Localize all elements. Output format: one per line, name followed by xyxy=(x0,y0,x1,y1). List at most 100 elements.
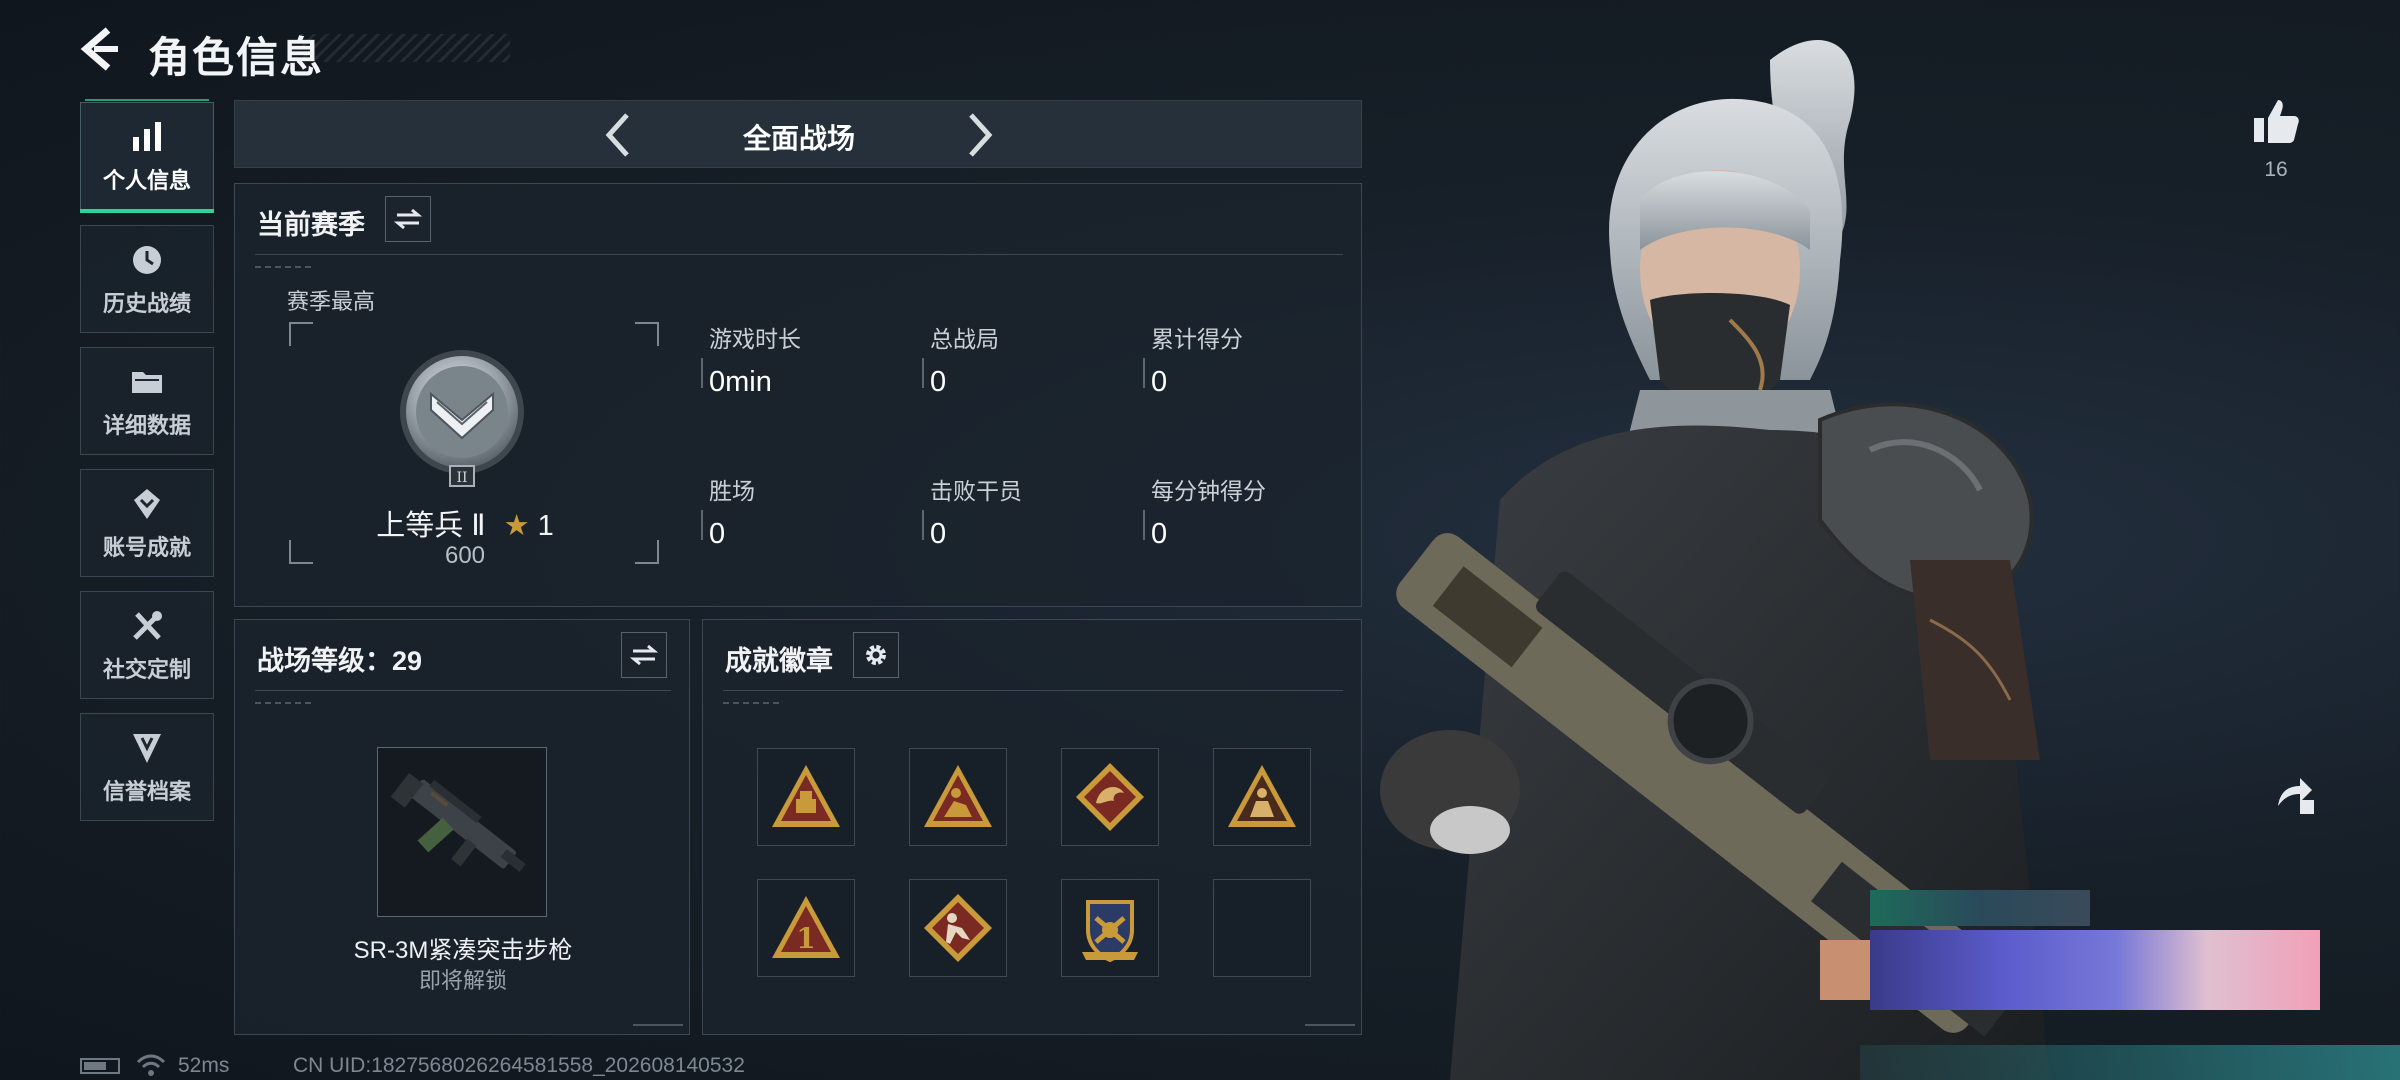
platform-glow xyxy=(1860,1045,2400,1080)
level-switch-button[interactable] xyxy=(621,632,667,678)
badge-slot-4[interactable] xyxy=(1213,748,1311,846)
stat-value: 0min xyxy=(709,366,772,398)
sidebar-item-personal-info[interactable]: 个人信息 xyxy=(80,99,214,213)
back-button[interactable] xyxy=(78,26,124,72)
stat-value: 0 xyxy=(930,366,947,398)
stat-label: 每分钟得分 xyxy=(1151,478,1266,504)
title-decoration xyxy=(300,34,510,62)
thumbs-up-icon xyxy=(2254,100,2299,143)
stat-marker xyxy=(922,510,924,540)
gear-icon xyxy=(866,645,886,665)
diamond-runner-badge-icon xyxy=(924,894,992,962)
season-panel: 当前赛季 赛季最高 II 上等兵 Ⅱ ★ 1 600 游戏时长 0min 总战局… xyxy=(234,183,1362,607)
weapon-thumbnail[interactable] xyxy=(377,747,547,917)
triangle-figure-badge-icon xyxy=(924,765,992,827)
sidebar-item-label: 个人信息 xyxy=(102,168,191,193)
rank-emblem-icon: II xyxy=(397,348,527,488)
triangle-badge-icon xyxy=(772,765,840,827)
pixelated-nameplate xyxy=(1870,930,2320,1010)
like-button[interactable] xyxy=(2250,96,2302,148)
sidebar-item-history[interactable]: 历史战绩 xyxy=(80,225,214,333)
history-icon xyxy=(127,240,167,280)
sidebar-item-label: 历史战绩 xyxy=(102,291,191,316)
stat-marker xyxy=(922,358,924,388)
stat-value: 0 xyxy=(1151,518,1168,550)
like-count: 16 xyxy=(2264,158,2288,181)
sidebar-item-detailed-data[interactable]: 详细数据 xyxy=(80,347,214,455)
badge-slot-7[interactable] xyxy=(1061,879,1159,977)
triangle-soldier-badge-icon xyxy=(1228,765,1296,827)
bar-chart-icon xyxy=(127,117,167,157)
divider xyxy=(255,690,671,691)
sidebar-item-achievements[interactable]: 账号成就 xyxy=(80,469,214,577)
star-icon: ★ xyxy=(503,510,530,542)
ping-text: 52ms xyxy=(178,1054,230,1077)
rank-line: 上等兵 Ⅱ ★ 1 xyxy=(375,502,555,544)
svg-text:1: 1 xyxy=(796,922,815,955)
stat-value: 0 xyxy=(930,518,947,550)
stat-label: 累计得分 xyxy=(1151,326,1243,352)
rank-stars: 1 xyxy=(537,510,554,542)
divider-decoration xyxy=(255,702,315,704)
folder-icon xyxy=(127,362,167,402)
stat-label: 总战局 xyxy=(930,326,999,352)
share-icon xyxy=(2278,778,2314,814)
stat-wins: 胜场 0 xyxy=(701,472,755,551)
badge-settings-button[interactable] xyxy=(853,632,899,678)
divider-decoration xyxy=(723,702,783,704)
badge-slot-1[interactable] xyxy=(757,748,855,846)
badge-slot-6[interactable] xyxy=(909,879,1007,977)
wifi-icon xyxy=(136,1052,166,1078)
mode-title: 全面战场 xyxy=(742,123,855,154)
stat-playtime: 游戏时长 0min xyxy=(701,320,801,399)
stat-label: 胜场 xyxy=(709,478,755,504)
page-title: 角色信息 xyxy=(148,34,325,81)
season-best-label: 赛季最高 xyxy=(287,289,376,314)
stat-marker xyxy=(1143,358,1145,388)
stat-value: 0 xyxy=(1151,366,1168,398)
swap-icon xyxy=(394,208,422,230)
mode-selector: 全面战场 xyxy=(234,100,1362,168)
stat-label: 击败干员 xyxy=(930,478,1022,504)
badge-slot-5[interactable]: 1 xyxy=(757,879,855,977)
triangle-number-one-badge-icon: 1 xyxy=(772,896,840,958)
frame-corner xyxy=(635,540,659,564)
weapon-status: 即将解锁 xyxy=(418,968,507,993)
badge-slot-8-empty[interactable] xyxy=(1213,879,1311,977)
sidebar-item-label: 社交定制 xyxy=(102,657,191,682)
pixelated-avatar xyxy=(1820,940,1870,1000)
back-arrow-icon xyxy=(80,27,118,71)
chevron-right-icon xyxy=(969,113,993,157)
shield-crest-badge-icon xyxy=(1082,900,1138,963)
divider-decoration xyxy=(255,266,315,268)
stat-marker xyxy=(701,358,703,388)
sidebar-item-label: 信誉档案 xyxy=(102,779,191,804)
stat-score-per-minute: 每分钟得分 0 xyxy=(1143,472,1266,551)
level-title: 战场等级：29 xyxy=(257,646,423,676)
assault-rifle-icon xyxy=(390,772,526,872)
uid-text: CN UID:1827568026264581558_202608140532 xyxy=(293,1054,745,1077)
frame-corner xyxy=(289,322,313,346)
share-button[interactable] xyxy=(2270,770,2318,818)
panel-corner-decoration xyxy=(1305,1016,1355,1026)
season-switch-button[interactable] xyxy=(385,196,431,242)
pixelated-nameplate-top xyxy=(1870,890,2090,926)
battery-icon xyxy=(80,1058,120,1074)
achievements-panel: 成就徽章 1 xyxy=(702,619,1362,1035)
dragon-diamond-badge-icon xyxy=(1076,763,1144,831)
sidebar-item-credit-record[interactable]: 信誉档案 xyxy=(80,713,214,821)
mode-next-button[interactable] xyxy=(957,111,1003,159)
badge-slot-3[interactable] xyxy=(1061,748,1159,846)
badge-slot-2[interactable] xyxy=(909,748,1007,846)
stat-label: 游戏时长 xyxy=(709,326,801,352)
tools-icon xyxy=(127,606,167,646)
stat-marker xyxy=(701,510,703,540)
stat-kills: 击败干员 0 xyxy=(922,472,1022,551)
frame-corner xyxy=(289,540,313,564)
sidebar-item-social-custom[interactable]: 社交定制 xyxy=(80,591,214,699)
stat-total-matches: 总战局 0 xyxy=(922,320,999,399)
achievements-title: 成就徽章 xyxy=(725,646,833,676)
stat-marker xyxy=(1143,510,1145,540)
frame-corner xyxy=(635,322,659,346)
sidebar-item-label: 详细数据 xyxy=(102,413,191,438)
